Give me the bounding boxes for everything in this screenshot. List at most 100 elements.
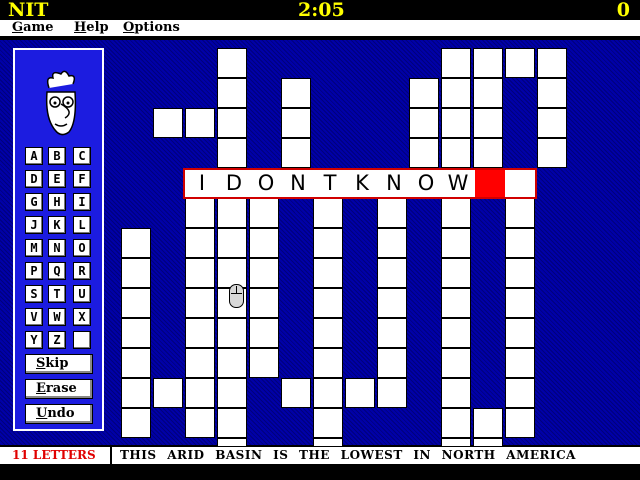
grid-cell[interactable] xyxy=(217,228,247,258)
grid-cell[interactable] xyxy=(185,318,215,348)
grid-cell[interactable] xyxy=(441,228,471,258)
grid-cell[interactable] xyxy=(505,348,535,378)
grid-cell[interactable] xyxy=(217,408,247,438)
key-l[interactable]: L xyxy=(73,216,91,234)
grid-cell[interactable] xyxy=(441,198,471,228)
grid-cell[interactable] xyxy=(185,108,215,138)
grid-cell[interactable] xyxy=(249,288,279,318)
grid-cell[interactable] xyxy=(217,108,247,138)
grid-cell[interactable] xyxy=(217,348,247,378)
grid-cell[interactable] xyxy=(505,258,535,288)
grid-cell[interactable] xyxy=(505,378,535,408)
grid-cell[interactable] xyxy=(121,408,151,438)
key-a[interactable]: A xyxy=(25,147,43,165)
key-x[interactable]: X xyxy=(73,308,91,326)
grid-cell[interactable] xyxy=(153,378,183,408)
grid-cell[interactable] xyxy=(217,78,247,108)
grid-cell[interactable] xyxy=(441,288,471,318)
grid-cell[interactable] xyxy=(281,78,311,108)
grid-cell[interactable] xyxy=(505,198,535,228)
grid-cell[interactable] xyxy=(441,408,471,438)
grid-cell[interactable] xyxy=(377,348,407,378)
grid-cell[interactable] xyxy=(505,408,535,438)
grid-cell[interactable] xyxy=(473,108,503,138)
grid-cell[interactable] xyxy=(441,318,471,348)
grid-cell[interactable] xyxy=(473,138,503,168)
key-blank[interactable] xyxy=(73,331,91,349)
grid-cell[interactable] xyxy=(313,408,343,438)
grid-cell[interactable] xyxy=(313,318,343,348)
grid-cell[interactable] xyxy=(377,288,407,318)
grid-cell[interactable] xyxy=(441,78,471,108)
grid-cell[interactable] xyxy=(249,258,279,288)
grid-cell[interactable] xyxy=(473,408,503,438)
grid-cell[interactable] xyxy=(121,348,151,378)
grid-cell[interactable] xyxy=(537,78,567,108)
grid-cell[interactable] xyxy=(217,138,247,168)
grid-cell[interactable] xyxy=(121,378,151,408)
grid-cell[interactable] xyxy=(217,258,247,288)
key-k[interactable]: K xyxy=(48,216,66,234)
key-n[interactable]: N xyxy=(48,239,66,257)
key-t[interactable]: T xyxy=(48,285,66,303)
grid-cell[interactable] xyxy=(217,318,247,348)
key-e[interactable]: E xyxy=(48,170,66,188)
grid-cell[interactable] xyxy=(217,48,247,78)
grid-cell[interactable] xyxy=(377,198,407,228)
key-h[interactable]: H xyxy=(48,193,66,211)
grid-cell[interactable] xyxy=(121,318,151,348)
key-g[interactable]: G xyxy=(25,193,43,211)
grid-cell[interactable] xyxy=(377,318,407,348)
grid-cell[interactable] xyxy=(441,108,471,138)
key-o[interactable]: O xyxy=(73,239,91,257)
grid-cell[interactable] xyxy=(185,198,215,228)
grid-cell[interactable] xyxy=(537,138,567,168)
grid-cell[interactable] xyxy=(185,288,215,318)
grid-cell[interactable] xyxy=(249,348,279,378)
key-i[interactable]: I xyxy=(73,193,91,211)
grid-cell[interactable] xyxy=(441,378,471,408)
grid-cell[interactable] xyxy=(505,228,535,258)
undo-button[interactable]: Undo xyxy=(25,404,93,424)
grid-cell[interactable] xyxy=(185,258,215,288)
grid-cell[interactable] xyxy=(153,108,183,138)
grid-cell[interactable] xyxy=(185,378,215,408)
grid-cell[interactable] xyxy=(249,198,279,228)
grid-cell[interactable] xyxy=(313,198,343,228)
grid-cell[interactable] xyxy=(409,108,439,138)
menu-options[interactable]: Options xyxy=(123,20,180,36)
grid-cell[interactable] xyxy=(281,138,311,168)
grid-cell[interactable] xyxy=(537,108,567,138)
grid-cell[interactable] xyxy=(473,78,503,108)
key-u[interactable]: U xyxy=(73,285,91,303)
key-p[interactable]: P xyxy=(25,262,43,280)
grid-cell[interactable] xyxy=(217,378,247,408)
key-v[interactable]: V xyxy=(25,308,43,326)
grid-cell[interactable] xyxy=(505,318,535,348)
erase-button[interactable]: Erase xyxy=(25,379,93,399)
key-s[interactable]: S xyxy=(25,285,43,303)
answer-entry[interactable]: IDONTKNOW xyxy=(183,168,537,199)
grid-cell[interactable] xyxy=(121,288,151,318)
grid-cell[interactable] xyxy=(505,48,535,78)
skip-button[interactable]: Skip xyxy=(25,354,93,374)
grid-cell[interactable] xyxy=(377,258,407,288)
grid-cell[interactable] xyxy=(377,378,407,408)
key-w[interactable]: W xyxy=(48,308,66,326)
key-q[interactable]: Q xyxy=(48,262,66,280)
grid-cell[interactable] xyxy=(409,138,439,168)
key-f[interactable]: F xyxy=(73,170,91,188)
key-c[interactable]: C xyxy=(73,147,91,165)
grid-cell[interactable] xyxy=(441,138,471,168)
key-m[interactable]: M xyxy=(25,239,43,257)
key-j[interactable]: J xyxy=(25,216,43,234)
grid-cell[interactable] xyxy=(281,108,311,138)
menu-game[interactable]: Game xyxy=(12,20,54,36)
key-d[interactable]: D xyxy=(25,170,43,188)
grid-cell[interactable] xyxy=(281,378,311,408)
grid-cell[interactable] xyxy=(409,78,439,108)
grid-cell[interactable] xyxy=(121,258,151,288)
grid-cell[interactable] xyxy=(249,318,279,348)
grid-cell[interactable] xyxy=(345,378,375,408)
grid-cell[interactable] xyxy=(473,48,503,78)
